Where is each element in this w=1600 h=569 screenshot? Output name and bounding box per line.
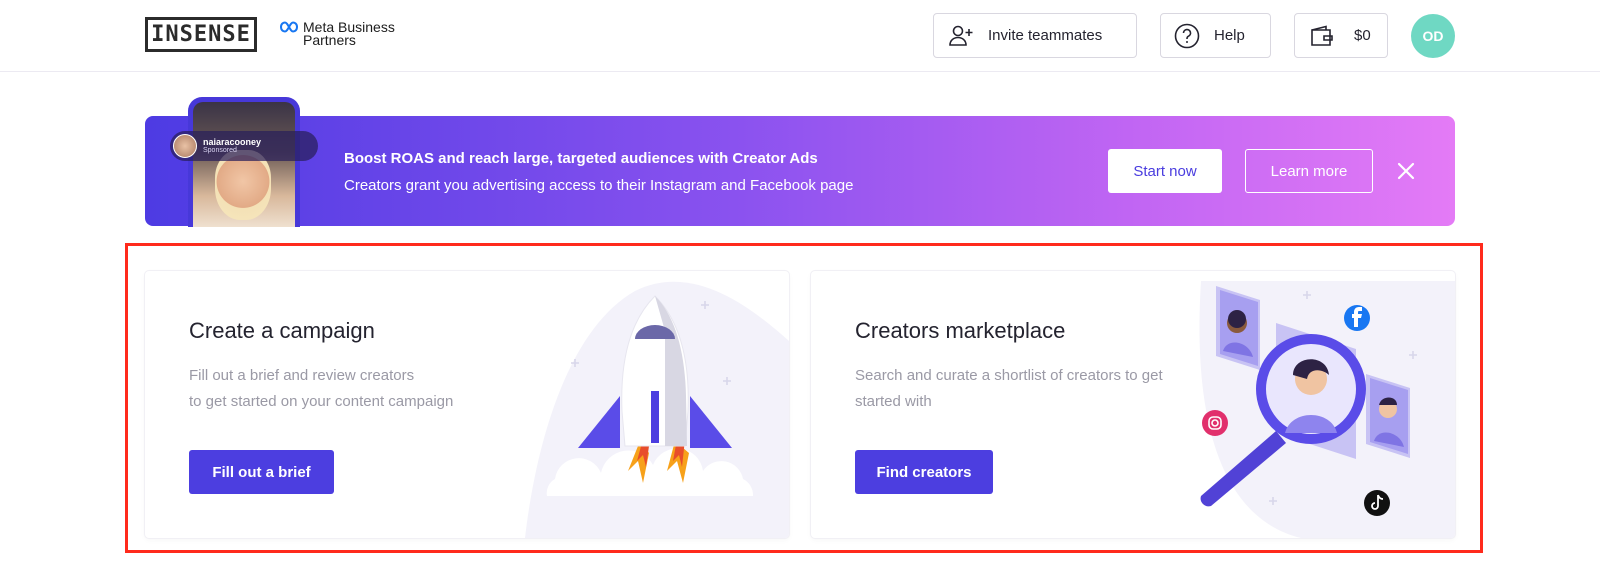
creators-marketplace-card: Creators marketplace Search and curate a… [811,271,1455,538]
meta-line-2: Partners [303,32,356,48]
create-campaign-card: Create a campaign Fill out a brief and r… [145,271,789,538]
fill-out-brief-button[interactable]: Fill out a brief [189,450,334,494]
user-avatar[interactable]: OD [1411,14,1455,58]
wallet-button[interactable]: $0 [1294,13,1388,58]
insense-logo[interactable]: INSENSE [145,17,257,52]
meta-business-partners-badge: Meta Business Partners [279,20,395,48]
phone-mockup-illustration [188,97,300,227]
campaign-card-description: Fill out a brief and review creators to … [189,363,519,415]
close-icon[interactable] [1396,161,1416,181]
invite-label: Invite teammates [988,27,1103,44]
profile-sponsored-label: Sponsored [203,147,237,154]
rocket-illustration [525,281,789,538]
meta-infinity-icon [279,21,299,33]
profile-name: naiaracooney [203,137,262,147]
profile-avatar [173,134,197,158]
phone-screen [193,102,295,227]
invite-teammates-button[interactable]: Invite teammates [933,13,1137,58]
wallet-balance: $0 [1354,27,1371,44]
learn-more-button[interactable]: Learn more [1245,149,1373,193]
help-label: Help [1214,27,1245,44]
top-header: INSENSE Meta Business Partners Invite te… [0,0,1600,72]
sponsored-profile-pill: naiaracooney Sponsored [170,131,318,161]
marketplace-card-title: Creators marketplace [855,318,1066,343]
help-icon [1174,23,1200,48]
help-button[interactable]: Help [1160,13,1271,58]
add-user-icon [949,25,973,46]
campaign-card-title: Create a campaign [189,318,375,343]
marketplace-desc-line-2: started with [855,393,932,410]
banner-title: Boost ROAS and reach large, targeted aud… [344,150,818,167]
marketplace-card-description: Search and curate a shortlist of creator… [855,363,1185,415]
find-creators-button[interactable]: Find creators [855,450,993,494]
marketplace-desc-line-1: Search and curate a shortlist of creator… [855,367,1163,384]
creator-search-illustration [1199,281,1455,538]
campaign-desc-line-2: to get started on your content campaign [189,393,454,410]
wallet-icon [1311,24,1333,46]
campaign-desc-line-1: Fill out a brief and review creators [189,367,415,384]
start-now-button[interactable]: Start now [1108,149,1222,193]
banner-subtitle: Creators grant you advertising access to… [344,177,854,194]
